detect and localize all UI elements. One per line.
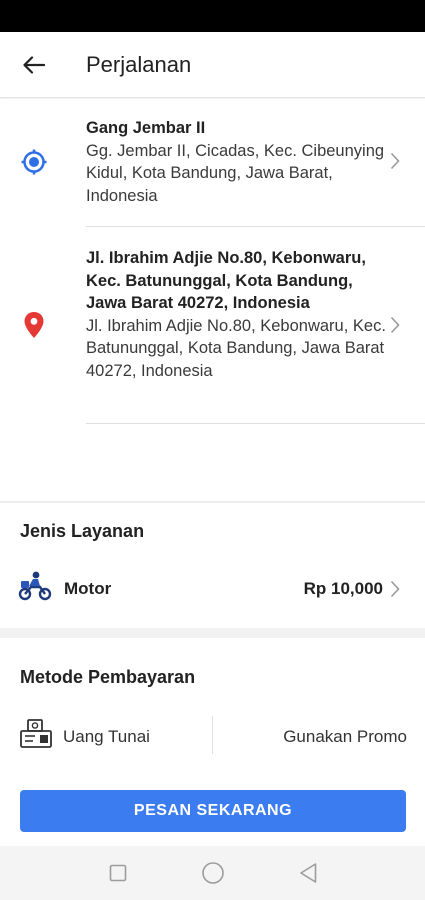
origin-address: Gg. Jembar II, Cicadas, Kec. Cibeunying … — [86, 141, 385, 205]
use-promo-button[interactable]: Gunakan Promo — [283, 727, 407, 747]
payment-divider — [212, 716, 213, 754]
destination-text: Jl. Ibrahim Adjie No.80, Kebonwaru, Kec.… — [86, 247, 386, 382]
motorcycle-icon — [18, 569, 52, 603]
status-bar — [0, 0, 425, 32]
destination-address: Jl. Ibrahim Adjie No.80, Kebonwaru, Kec.… — [86, 316, 386, 380]
order-now-button[interactable]: PESAN SEKARANG — [20, 790, 406, 832]
square-recents-icon[interactable] — [105, 860, 131, 886]
destination-title: Jl. Ibrahim Adjie No.80, Kebonwaru, Kec.… — [86, 249, 366, 312]
section-separator — [0, 628, 425, 638]
destination-item[interactable]: Jl. Ibrahim Adjie No.80, Kebonwaru, Kec.… — [0, 227, 425, 423]
chevron-right-icon — [389, 579, 401, 599]
route-section: Gang Jembar II Gg. Jembar II, Cicadas, K… — [0, 99, 425, 501]
arrow-left-icon — [23, 55, 45, 74]
section-separator — [0, 501, 425, 503]
origin-text: Gang Jembar II Gg. Jembar II, Cicadas, K… — [86, 117, 386, 207]
destination-pin-icon — [20, 311, 48, 339]
service-price: Rp 10,000 — [303, 579, 383, 598]
cash-icon — [18, 717, 54, 751]
origin-item[interactable]: Gang Jembar II Gg. Jembar II, Cicadas, K… — [0, 99, 425, 226]
triangle-back-icon[interactable] — [295, 860, 321, 886]
origin-title: Gang Jembar II — [86, 119, 206, 137]
circle-home-icon[interactable] — [200, 860, 226, 886]
system-nav-bar — [0, 846, 425, 900]
service-heading: Jenis Layanan — [20, 521, 145, 541]
payment-heading: Metode Pembayaran — [20, 667, 196, 687]
route-divider — [86, 423, 425, 424]
chevron-right-icon — [389, 151, 401, 171]
back-button[interactable] — [0, 32, 68, 98]
service-row[interactable]: Motor Rp 10,000 — [0, 565, 425, 611]
service-name: Motor — [64, 579, 112, 598]
app-header: Perjalanan — [0, 32, 425, 98]
origin-target-icon — [20, 148, 48, 176]
payment-method[interactable]: Uang Tunai — [63, 727, 150, 747]
page-title: Perjalanan — [86, 51, 192, 77]
payment-row: Uang Tunai Gunakan Promo — [0, 712, 425, 760]
chevron-right-icon — [389, 315, 401, 335]
